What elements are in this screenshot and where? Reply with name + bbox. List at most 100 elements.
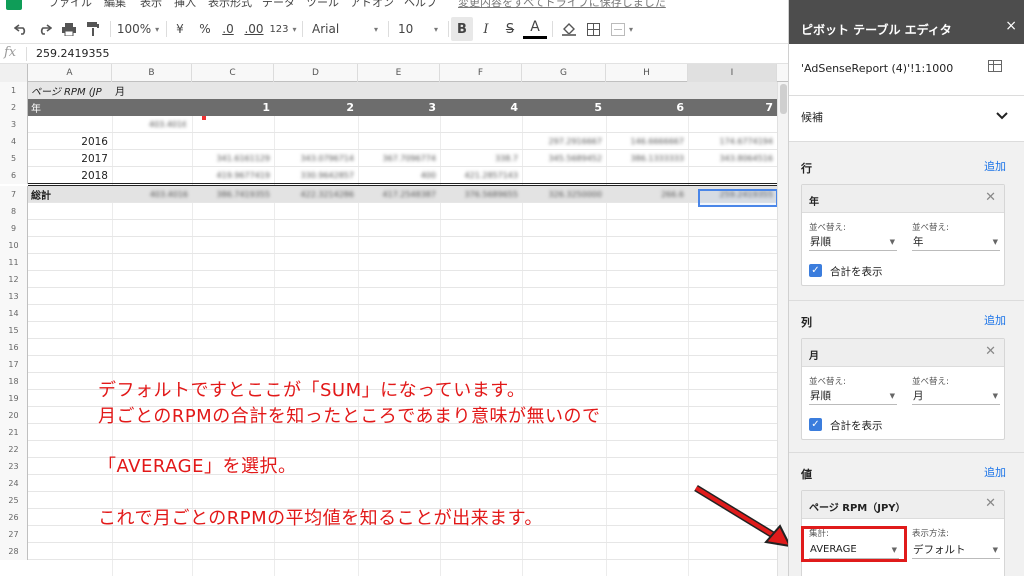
values-add-button[interactable]: 追加 xyxy=(984,464,1006,480)
pivot-row-title-cell[interactable]: 年 xyxy=(28,99,112,116)
total-label-cell[interactable]: 総計 xyxy=(28,186,112,203)
fill-color-icon[interactable] xyxy=(558,17,580,41)
font-size-select[interactable]: 10 ▾ xyxy=(392,17,444,41)
menu-view[interactable]: 表示 xyxy=(140,0,162,10)
menu-data[interactable]: データ xyxy=(262,0,295,10)
blurred-cell[interactable]: 376.5689655 xyxy=(440,186,522,203)
row-header[interactable]: 13 xyxy=(0,288,28,305)
column-header[interactable]: C xyxy=(192,64,274,82)
column-header[interactable]: H xyxy=(606,64,688,82)
menu-tools[interactable]: ツール xyxy=(306,0,339,10)
blurred-cell[interactable]: 421.2857143 xyxy=(440,167,522,184)
blurred-cell[interactable]: 345.5689452 xyxy=(522,150,606,167)
paint-format-icon[interactable] xyxy=(82,17,104,41)
text-color-button[interactable]: A xyxy=(523,17,547,39)
blurred-cell[interactable]: 341.6161129 xyxy=(192,150,274,167)
month-header-cell[interactable]: 2 xyxy=(274,99,358,116)
row-header[interactable]: 16 xyxy=(0,339,28,356)
row-header[interactable]: 9 xyxy=(0,220,28,237)
merge-cells-icon[interactable]: ▾ xyxy=(608,17,636,41)
formula-input[interactable]: 259.2419355 xyxy=(36,47,109,60)
borders-icon[interactable] xyxy=(582,17,604,41)
show-totals-label[interactable]: 合計を表示 xyxy=(830,418,883,433)
row-header[interactable]: 18 xyxy=(0,373,28,390)
month-header-cell[interactable]: 5 xyxy=(522,99,606,116)
row-header[interactable]: 7 xyxy=(0,186,28,203)
month-header-cell[interactable]: 6 xyxy=(606,99,688,116)
blurred-cell[interactable]: 338.7 xyxy=(440,150,522,167)
row-header[interactable]: 21 xyxy=(0,424,28,441)
blurred-cell[interactable]: 400 xyxy=(358,167,440,184)
menu-edit[interactable]: 編集 xyxy=(104,0,126,10)
month-header-cell[interactable]: 3 xyxy=(358,99,440,116)
row-header[interactable]: 22 xyxy=(0,441,28,458)
rows-add-button[interactable]: 追加 xyxy=(984,158,1006,174)
sort-by-select[interactable]: 月 ▼ xyxy=(912,387,1000,405)
save-status[interactable]: 変更内容をすべてドライブに保存しました xyxy=(458,0,666,10)
menu-insert[interactable]: 挿入 xyxy=(174,0,196,10)
blurred-cell[interactable]: 343.8064516 xyxy=(688,150,777,167)
row-header[interactable]: 5 xyxy=(0,150,28,167)
blurred-cell[interactable]: 403.4016 xyxy=(112,186,192,203)
columns-add-button[interactable]: 追加 xyxy=(984,312,1006,328)
sort-order-select[interactable]: 昇順 ▼ xyxy=(809,387,897,405)
row-header[interactable]: 17 xyxy=(0,356,28,373)
decrease-decimal-button[interactable]: .0 xyxy=(218,17,238,41)
blurred-cell[interactable]: 386.1333333 xyxy=(606,150,688,167)
row-header[interactable]: 2 xyxy=(0,99,28,116)
blurred-cell[interactable]: 330.9642857 xyxy=(274,167,358,184)
sheets-logo-icon[interactable] xyxy=(6,0,22,10)
month-header-cell[interactable]: 4 xyxy=(440,99,522,116)
row-header[interactable]: 12 xyxy=(0,271,28,288)
blurred-cell[interactable]: 326.3250000 xyxy=(522,186,606,203)
blurred-cell[interactable]: 417.2548387 xyxy=(358,186,440,203)
row-header[interactable]: 1 xyxy=(0,82,28,99)
column-header[interactable]: F xyxy=(440,64,522,82)
scrollbar-thumb[interactable] xyxy=(780,84,787,114)
year-cell[interactable]: 2016 xyxy=(28,133,112,150)
sort-by-select[interactable]: 年 ▼ xyxy=(912,233,1000,251)
select-all-corner[interactable] xyxy=(0,64,28,82)
menu-file[interactable]: ファイル xyxy=(48,0,92,10)
blurred-cell[interactable]: 367.7096774 xyxy=(358,150,440,167)
row-header[interactable]: 27 xyxy=(0,526,28,543)
row-header[interactable]: 24 xyxy=(0,475,28,492)
year-cell[interactable]: 2018 xyxy=(28,167,112,184)
currency-format-button[interactable]: ¥ xyxy=(172,17,188,41)
row-header[interactable]: 26 xyxy=(0,509,28,526)
row-header[interactable]: 8 xyxy=(0,203,28,220)
year-cell[interactable]: 2017 xyxy=(28,150,112,167)
row-header[interactable]: 23 xyxy=(0,458,28,475)
blurred-cell[interactable]: 343.0796714 xyxy=(274,150,358,167)
redo-icon[interactable] xyxy=(34,17,56,41)
blurred-cell[interactable]: 403.4016 xyxy=(146,116,186,133)
column-header[interactable]: G xyxy=(522,64,606,82)
blurred-cell[interactable]: 297.2916667 xyxy=(522,133,606,150)
percent-format-button[interactable]: % xyxy=(196,17,214,41)
show-totals-checkbox[interactable]: ✓ xyxy=(809,264,822,277)
blurred-cell[interactable]: 419.9677419 xyxy=(192,167,274,184)
more-formats-button[interactable]: 123 ▾ xyxy=(268,17,298,41)
strikethrough-button[interactable]: S xyxy=(499,17,521,41)
spreadsheet-grid[interactable]: A B C D E F G H I 1 ページ RPM (JP 月 2 年 1 … xyxy=(0,64,788,576)
blurred-cell[interactable]: 146.6666667 xyxy=(606,133,688,150)
font-family-select[interactable]: Arial ▾ xyxy=(306,17,384,41)
sort-order-select[interactable]: 昇順 ▼ xyxy=(809,233,897,251)
row-header[interactable]: 11 xyxy=(0,254,28,271)
column-header[interactable]: I xyxy=(688,64,777,82)
pivot-column-title-cell[interactable]: 月 xyxy=(112,82,192,99)
pivot-value-title-cell[interactable]: ページ RPM (JP xyxy=(28,82,112,99)
chevron-down-icon[interactable] xyxy=(996,112,1008,120)
close-icon[interactable]: × xyxy=(1005,18,1017,34)
blurred-cell[interactable]: 174.6774194 xyxy=(688,133,777,150)
row-header[interactable]: 28 xyxy=(0,543,28,560)
show-as-select[interactable]: デフォルト ▼ xyxy=(912,541,1000,559)
show-totals-checkbox[interactable]: ✓ xyxy=(809,418,822,431)
print-icon[interactable] xyxy=(58,17,80,41)
remove-field-close-icon[interactable]: ✕ xyxy=(985,344,996,359)
increase-decimal-button[interactable]: .00 xyxy=(242,17,266,41)
row-header[interactable]: 3 xyxy=(0,116,28,133)
column-header[interactable]: A xyxy=(28,64,112,82)
row-header[interactable]: 6 xyxy=(0,167,28,184)
column-header[interactable]: E xyxy=(358,64,440,82)
